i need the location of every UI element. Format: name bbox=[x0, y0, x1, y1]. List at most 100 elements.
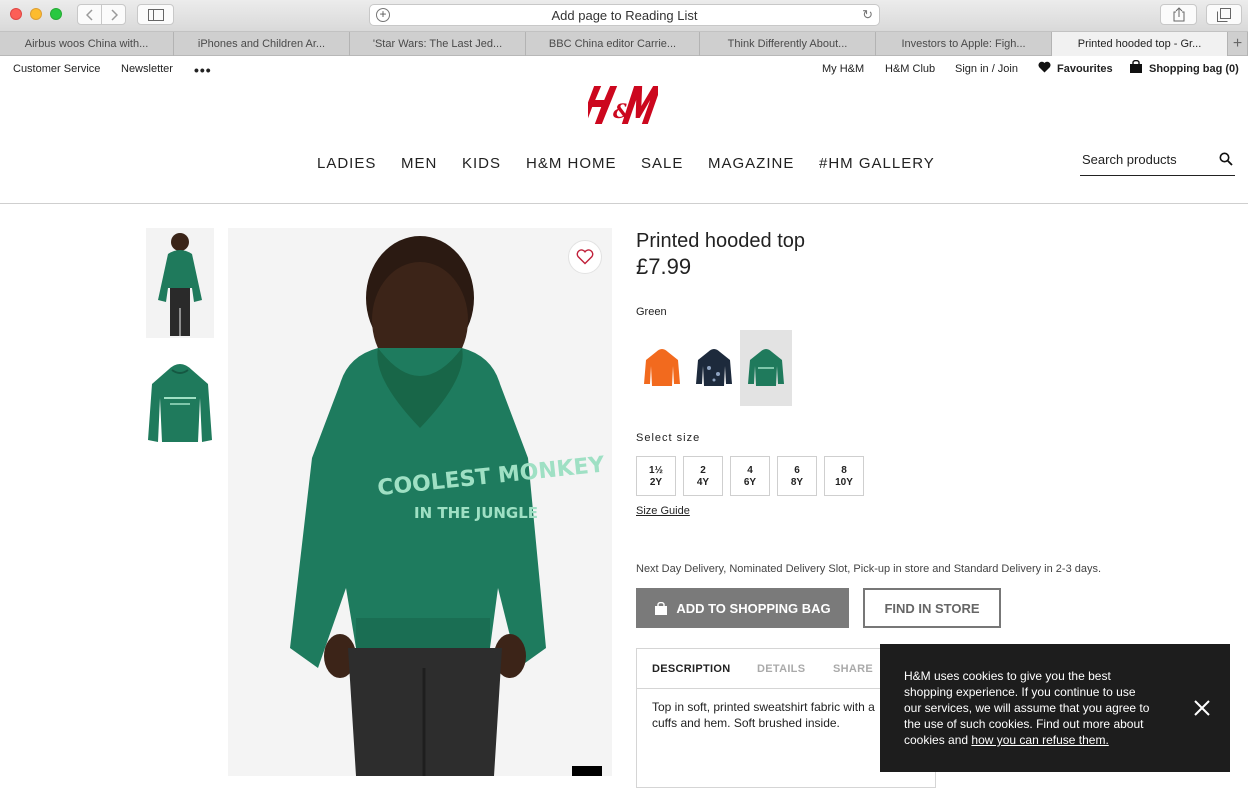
thumbnail-model-image[interactable] bbox=[146, 228, 214, 338]
orange-hoodie-image bbox=[644, 349, 680, 386]
size-bottom: 2Y bbox=[649, 477, 663, 488]
cookie-banner: H&M uses cookies to give you the best sh… bbox=[880, 644, 1230, 772]
chevron-right-icon bbox=[110, 8, 118, 21]
favourites-link[interactable]: Favourites bbox=[1057, 63, 1113, 75]
shopping-bag-link[interactable]: Shopping bag (0) bbox=[1149, 63, 1239, 75]
size-top: 6 bbox=[794, 465, 800, 476]
share-icon bbox=[1173, 7, 1184, 22]
shopping-bag-icon bbox=[655, 601, 668, 615]
selected-color-label: Green bbox=[636, 306, 667, 318]
size-option[interactable]: 2 4Y bbox=[683, 456, 723, 496]
find-in-store-button[interactable]: FIND IN STORE bbox=[863, 588, 1001, 628]
delivery-info: Next Day Delivery, Nominated Delivery Sl… bbox=[636, 563, 1102, 575]
browser-tab[interactable]: BBC China editor Carrie... bbox=[526, 32, 700, 56]
nav-ladies[interactable]: LADIES bbox=[317, 155, 376, 172]
size-bottom: 6Y bbox=[743, 477, 757, 488]
size-option[interactable]: 1½ 2Y bbox=[636, 456, 676, 496]
size-bottom: 8Y bbox=[790, 477, 804, 488]
address-bar[interactable]: + Add page to Reading List ↻ bbox=[369, 4, 880, 26]
size-option[interactable]: 4 6Y bbox=[730, 456, 770, 496]
navy-hoodie-image bbox=[696, 349, 732, 386]
model-photo: COOLEST MONKEY IN THE JUNGLE bbox=[228, 228, 612, 776]
tabs-icon bbox=[1217, 7, 1231, 22]
browser-tab-active[interactable]: Printed hooded top - Gr... bbox=[1052, 32, 1228, 56]
browser-tab[interactable]: iPhones and Children Ar... bbox=[174, 32, 350, 56]
add-to-bag-button[interactable]: ADD TO SHOPPING BAG bbox=[636, 588, 849, 628]
green-hoodie-image bbox=[748, 349, 784, 386]
share-button[interactable] bbox=[1160, 4, 1197, 25]
header-divider bbox=[0, 203, 1248, 204]
select-size-label: Select size bbox=[636, 432, 701, 444]
size-option[interactable]: 6 8Y bbox=[777, 456, 817, 496]
color-swatch-navy[interactable] bbox=[688, 330, 740, 406]
browser-tab-label: Think Differently About... bbox=[727, 38, 848, 50]
forward-button[interactable] bbox=[101, 4, 126, 25]
back-button[interactable] bbox=[77, 4, 102, 25]
shopping-bag-icon bbox=[1130, 60, 1142, 73]
customer-service-link[interactable]: Customer Service bbox=[13, 63, 100, 75]
browser-toolbar: + Add page to Reading List ↻ bbox=[0, 0, 1248, 32]
minimize-window-button[interactable] bbox=[30, 8, 42, 20]
browser-tab-label: 'Star Wars: The Last Jed... bbox=[372, 38, 503, 50]
browser-tab[interactable]: Think Differently About... bbox=[700, 32, 876, 56]
browser-tab-label: Airbus woos China with... bbox=[24, 38, 149, 50]
image-badge bbox=[572, 766, 602, 776]
show-tabs-button[interactable] bbox=[1206, 4, 1242, 25]
browser-tab-label: iPhones and Children Ar... bbox=[197, 38, 326, 50]
tab-bar: Airbus woos China with... iPhones and Ch… bbox=[0, 32, 1248, 56]
nav-sale[interactable]: SALE bbox=[641, 155, 683, 172]
nav-magazine[interactable]: MAGAZINE bbox=[708, 155, 794, 172]
size-top: 2 bbox=[700, 465, 706, 476]
more-menu-button[interactable]: ••• bbox=[194, 62, 212, 78]
size-guide-link[interactable]: Size Guide bbox=[636, 505, 690, 517]
description-text: Top in soft, printed sweatshirt fabric w… bbox=[652, 700, 875, 730]
add-to-favourites-button[interactable] bbox=[568, 240, 602, 274]
reload-icon[interactable]: ↻ bbox=[862, 7, 873, 23]
size-top: 4 bbox=[747, 465, 753, 476]
color-swatch-green[interactable] bbox=[740, 330, 792, 406]
browser-tab-label: Printed hooded top - Gr... bbox=[1077, 38, 1202, 50]
close-window-button[interactable] bbox=[10, 8, 22, 20]
hoodie-print-line2: IN THE JUNGLE bbox=[414, 504, 538, 522]
zoom-window-button[interactable] bbox=[50, 8, 62, 20]
size-option[interactable]: 8 10Y bbox=[824, 456, 864, 496]
tab-description[interactable]: DESCRIPTION bbox=[652, 663, 730, 675]
sidebar-icon bbox=[147, 8, 164, 21]
address-bar-text: Add page to Reading List bbox=[551, 7, 698, 23]
sidebar-button[interactable] bbox=[137, 4, 174, 25]
tab-details[interactable]: DETAILS bbox=[757, 663, 805, 675]
hm-logo[interactable]: & bbox=[588, 80, 658, 128]
browser-tab[interactable]: Airbus woos China with... bbox=[0, 32, 174, 56]
close-icon[interactable] bbox=[1192, 698, 1212, 718]
nav-hm-home[interactable]: H&M HOME bbox=[526, 155, 617, 172]
heart-icon bbox=[1038, 61, 1051, 73]
add-to-bag-label: ADD TO SHOPPING BAG bbox=[676, 600, 831, 616]
product-main-image[interactable]: COOLEST MONKEY IN THE JUNGLE bbox=[228, 228, 612, 776]
plus-icon: + bbox=[1232, 35, 1243, 52]
heart-outline-icon bbox=[576, 249, 594, 265]
search-input[interactable]: Search products bbox=[1080, 150, 1235, 176]
nav-men[interactable]: MEN bbox=[401, 155, 437, 172]
browser-tab[interactable]: Investors to Apple: Figh... bbox=[876, 32, 1052, 56]
size-top: 1½ bbox=[649, 465, 663, 476]
sign-in-link[interactable]: Sign in / Join bbox=[955, 63, 1018, 75]
tab-share[interactable]: SHARE bbox=[833, 663, 873, 675]
product-title: Printed hooded top bbox=[636, 230, 806, 252]
browser-tab-label: Investors to Apple: Figh... bbox=[901, 38, 1026, 50]
my-hm-link[interactable]: My H&M bbox=[822, 63, 864, 75]
add-reading-list-icon[interactable]: + bbox=[376, 8, 390, 22]
nav-hm-gallery[interactable]: #HM GALLERY bbox=[819, 155, 935, 172]
browser-tab[interactable]: 'Star Wars: The Last Jed... bbox=[350, 32, 526, 56]
thumbnail-hoodie-image[interactable] bbox=[146, 356, 214, 448]
hm-club-link[interactable]: H&M Club bbox=[885, 63, 935, 75]
cookie-message: H&M uses cookies to give you the best sh… bbox=[904, 668, 1154, 748]
color-swatch-orange[interactable] bbox=[636, 330, 688, 406]
size-bottom: 10Y bbox=[835, 477, 853, 488]
search-icon[interactable] bbox=[1219, 152, 1233, 166]
size-bottom: 4Y bbox=[696, 477, 710, 488]
cookie-refuse-link[interactable]: how you can refuse them. bbox=[971, 733, 1108, 747]
search-placeholder: Search products bbox=[1082, 152, 1177, 167]
newsletter-link[interactable]: Newsletter bbox=[121, 63, 173, 75]
new-tab-button[interactable]: + bbox=[1228, 32, 1248, 56]
nav-kids[interactable]: KIDS bbox=[462, 155, 501, 172]
